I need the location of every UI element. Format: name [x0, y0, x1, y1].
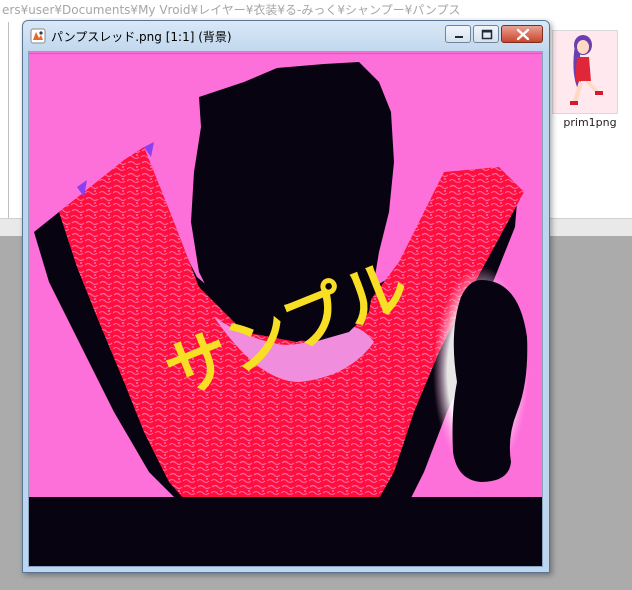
close-icon	[516, 28, 530, 41]
window-title: パンプスレッド.png [1:1] (背景)	[51, 30, 232, 44]
minimize-button[interactable]	[445, 25, 471, 43]
window-titlebar[interactable]: パンプスレッド.png [1:1] (背景)	[23, 21, 549, 51]
image-canvas-frame: サンプル	[28, 51, 543, 567]
folder-path-bar[interactable]: ers¥user¥Documents¥My Vroid¥レイヤー¥衣装¥る-みっ…	[0, 0, 632, 20]
sole-strip	[29, 497, 542, 566]
thumbnail-image[interactable]	[552, 30, 618, 114]
app-icon	[30, 28, 46, 44]
window-controls	[443, 25, 543, 45]
maximize-button[interactable]	[473, 25, 499, 43]
character-thumbnail-icon	[553, 31, 617, 113]
minimize-icon	[455, 36, 463, 38]
explorer-left-pane	[0, 22, 9, 218]
image-viewer-window: パンプスレッド.png [1:1] (背景) サンプル	[22, 20, 550, 573]
close-button[interactable]	[501, 25, 543, 43]
texture-image[interactable]: サンプル	[29, 52, 542, 566]
thumbnail-label: prim1png	[563, 116, 617, 129]
maximize-icon	[481, 29, 493, 40]
